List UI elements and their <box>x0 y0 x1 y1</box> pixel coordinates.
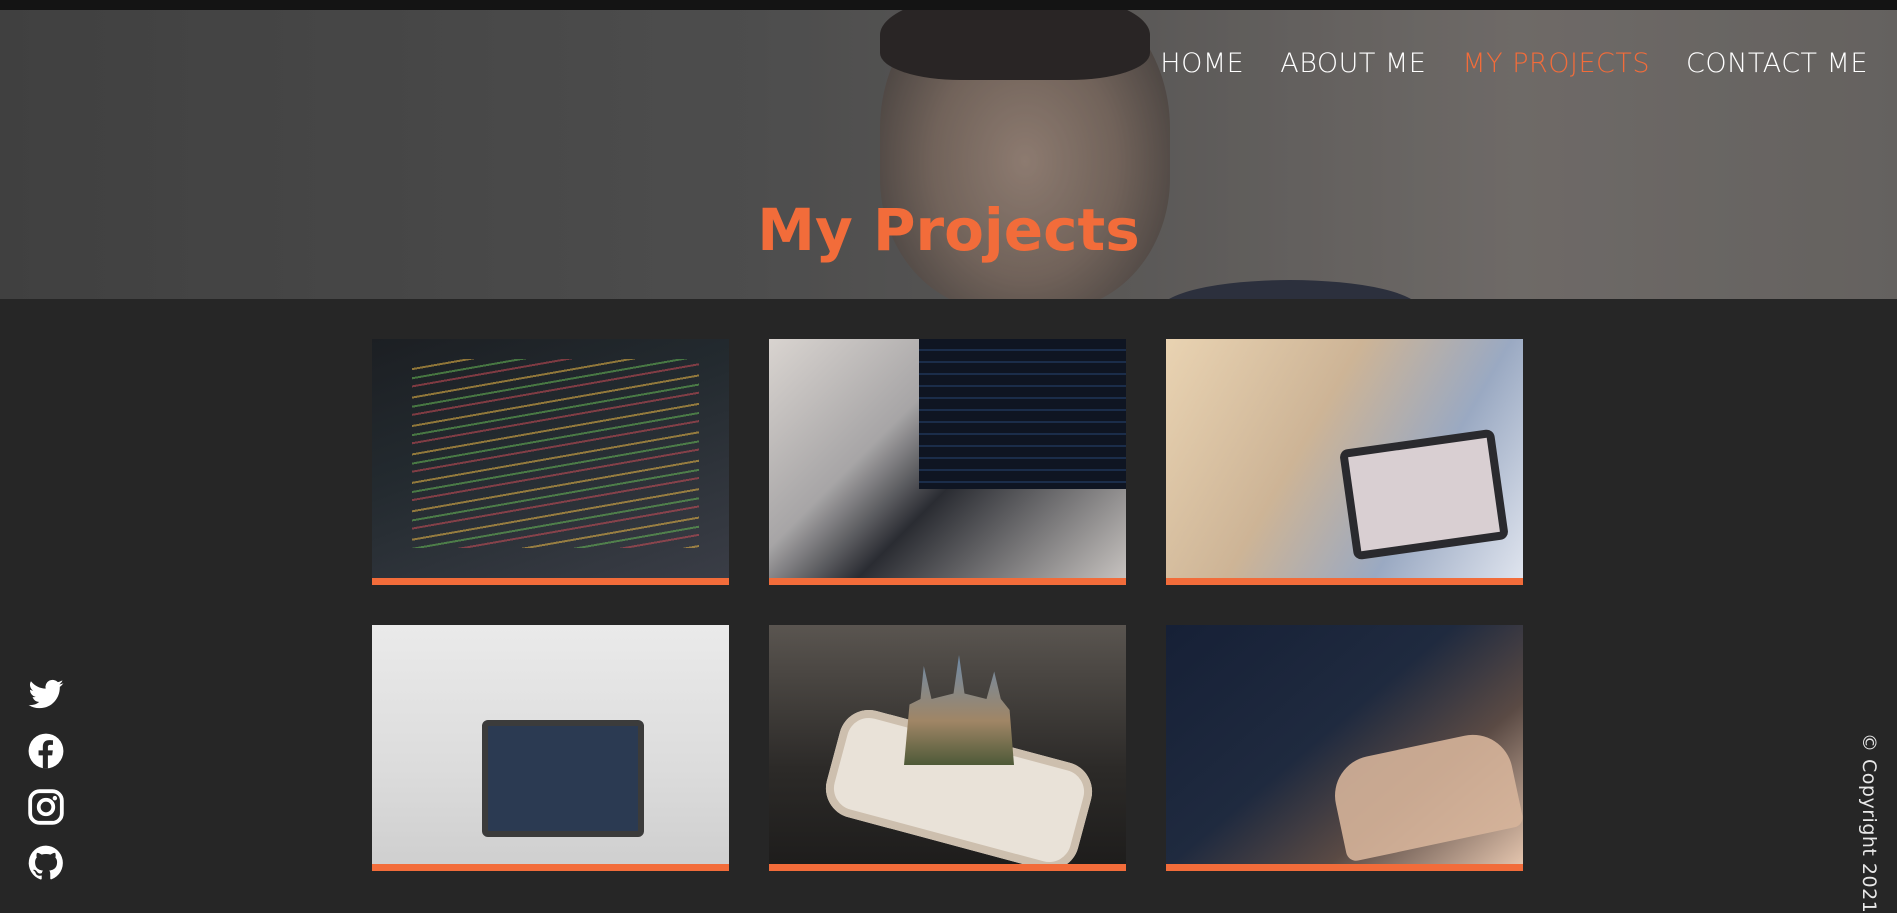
nav-home-link[interactable]: HOME <box>1160 48 1244 79</box>
facebook-icon[interactable] <box>26 732 66 770</box>
project-card[interactable] <box>372 625 729 871</box>
project-card[interactable] <box>1166 625 1523 871</box>
project-card[interactable] <box>769 339 1126 585</box>
card-accent-bar <box>372 578 729 585</box>
twitter-icon[interactable] <box>26 676 66 714</box>
castle-graphic <box>904 655 1014 765</box>
instagram-icon[interactable] <box>26 788 66 826</box>
project-card[interactable] <box>372 339 729 585</box>
nav-contact-link[interactable]: CONTACT ME <box>1686 48 1868 79</box>
card-accent-bar <box>1166 864 1523 871</box>
hands-typing-laptop-image <box>1166 625 1523 864</box>
copyright-footer: © Copyright 2021 <box>1852 733 1892 913</box>
tablet-in-hands-image <box>1166 339 1523 578</box>
card-accent-bar <box>372 864 729 871</box>
nav-projects-link[interactable]: MY PROJECTS <box>1462 48 1650 79</box>
laptop-on-desk-image <box>372 625 729 864</box>
card-accent-bar <box>769 578 1126 585</box>
project-card[interactable] <box>1166 339 1523 585</box>
projects-grid <box>372 339 1524 871</box>
nav-about-link[interactable]: ABOUT ME <box>1280 48 1426 79</box>
project-card[interactable] <box>769 625 1126 871</box>
page-title: My Projects <box>757 196 1140 264</box>
copyright-text: © Copyright 2021 <box>1858 733 1880 913</box>
card-accent-bar <box>769 864 1126 871</box>
code-editor-screen-image <box>372 339 729 578</box>
github-icon[interactable] <box>26 844 66 882</box>
social-links <box>26 676 66 882</box>
card-accent-bar <box>1166 578 1523 585</box>
laptop-with-code-image <box>769 339 1126 578</box>
phone-with-castle-image <box>769 625 1126 864</box>
top-strip <box>0 0 1897 10</box>
main-nav: HOME ABOUT ME MY PROJECTS CONTACT ME <box>1160 48 1868 79</box>
